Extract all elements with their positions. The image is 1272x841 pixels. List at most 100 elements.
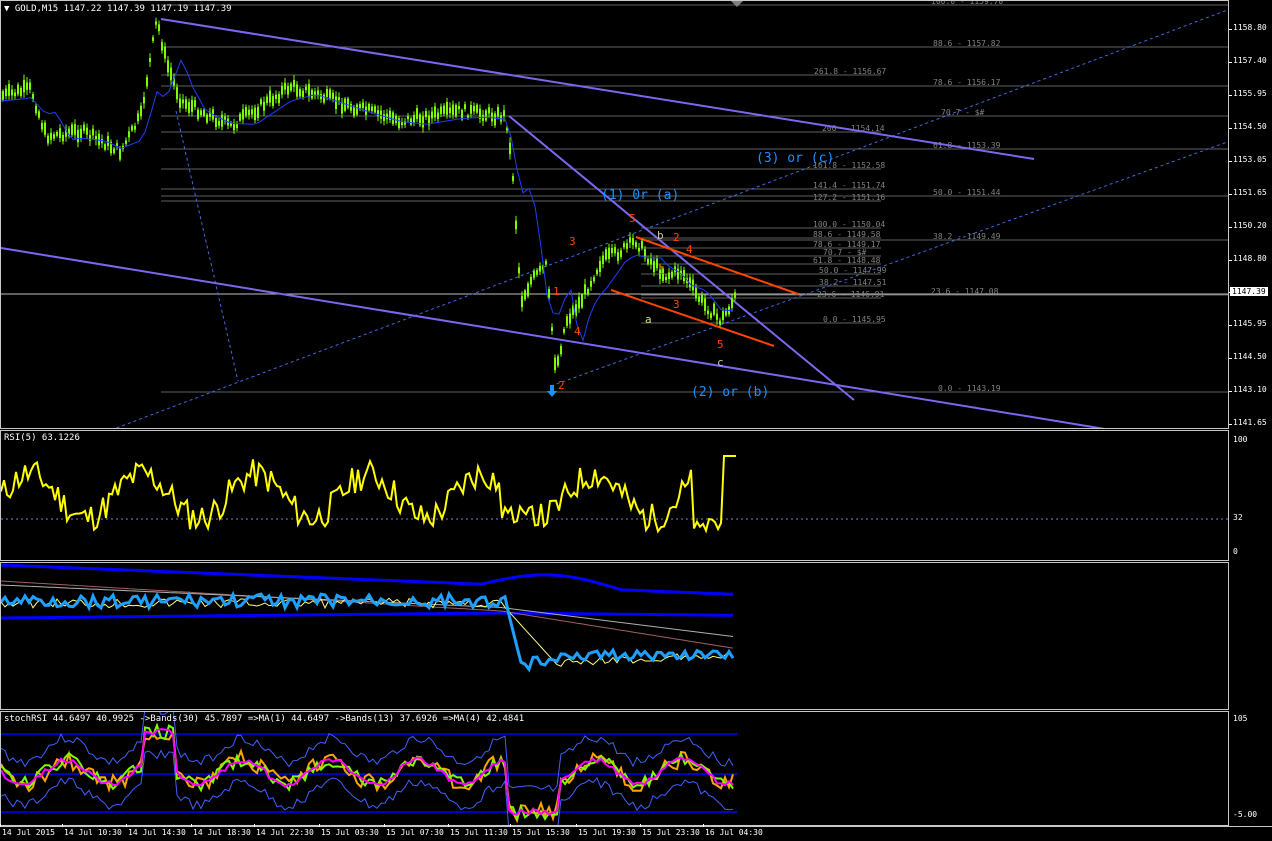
price-axis-label: 1155.95 — [1233, 89, 1267, 98]
candle-body — [473, 105, 475, 112]
candle-body — [137, 113, 139, 122]
candle-body — [581, 294, 583, 308]
candle-body — [8, 84, 10, 96]
candle-body — [323, 94, 325, 103]
candle-body — [149, 58, 151, 62]
candle-body — [284, 82, 286, 90]
candle-body — [56, 131, 58, 136]
candle-body — [5, 88, 7, 96]
candle-body — [584, 284, 586, 294]
candle-body — [536, 270, 538, 275]
candle-body — [515, 220, 517, 230]
wave-label-s3: 3 — [673, 298, 680, 311]
bands-pane[interactable] — [0, 562, 1229, 710]
candle-body — [143, 97, 145, 104]
candle-body — [635, 242, 637, 248]
fib-level-label: 141.4 - 1151.74 — [813, 181, 885, 190]
current-price-marker: 1147.39 — [1230, 287, 1268, 296]
rsi-pane[interactable]: RSI(5) 63.1226 — [0, 430, 1229, 561]
time-axis-tick — [576, 824, 577, 827]
candle-body — [425, 111, 427, 118]
candle-body — [386, 113, 388, 120]
candle-body — [476, 104, 478, 113]
price-axis-tick — [1229, 260, 1232, 261]
candle-body — [545, 260, 547, 265]
vertical-dotted — [175, 110, 239, 382]
candle-body — [179, 98, 181, 108]
candle-body — [140, 105, 142, 117]
candle-body — [71, 124, 73, 135]
rsi-line — [1, 455, 736, 534]
candle-body — [347, 98, 349, 108]
candle-body — [164, 46, 166, 59]
candle-body — [377, 110, 379, 117]
candle-body — [89, 135, 91, 141]
candle-body — [413, 115, 415, 123]
candle-body — [335, 96, 337, 110]
rsi-axis: 100 32 0 — [1229, 430, 1272, 561]
candle-body — [194, 100, 196, 107]
candle-body — [509, 142, 511, 155]
fib-level-label: 61.8 - 1148.48 — [813, 256, 881, 265]
wave-label-n4: 4 — [574, 325, 581, 338]
candle-body — [671, 271, 673, 278]
candle-body — [95, 135, 97, 140]
candle-body — [341, 102, 343, 114]
price-axis[interactable]: 1158.80 1157.40 1155.95 1154.50 1153.05 1151.… — [1229, 0, 1272, 429]
price-axis-label: 1145.95 — [1233, 319, 1267, 328]
candle-body — [296, 84, 298, 97]
candle-body — [86, 127, 88, 135]
candle-body — [602, 255, 604, 264]
candle-body — [410, 118, 412, 125]
candle-body — [587, 289, 589, 295]
candle-body — [125, 140, 127, 144]
candle-body — [353, 106, 355, 116]
stochrsi-pane[interactable]: stochRSI 44.6497 40.9925 ->Bands(30) 45.… — [0, 711, 1229, 826]
candle-body — [272, 95, 274, 106]
fib-level-label: 88.6 - 1149.58 — [813, 230, 881, 239]
price-axis-label: 1157.40 — [1233, 56, 1267, 65]
wave-label-n2: 2 — [558, 379, 565, 392]
time-axis[interactable]: 14 Jul 2015 14 Jul 10:30 14 Jul 14:30 14 Ju… — [0, 824, 1272, 841]
candle-body — [530, 276, 532, 285]
candle-body — [221, 114, 223, 127]
candle-body — [698, 296, 700, 302]
rsi-axis-label: 0 — [1233, 547, 1238, 556]
price-axis-tick — [1229, 128, 1232, 129]
price-axis-tick — [1229, 29, 1232, 30]
triangle-down-icon[interactable]: ▼ — [4, 4, 9, 14]
trendline-lower — [1, 247, 1105, 428]
candle-body — [308, 84, 310, 97]
symbol-header: ▼ GOLD,M15 1147.22 1147.39 1147.19 1147.… — [4, 4, 232, 14]
candle-body — [488, 107, 490, 114]
time-axis-tick — [0, 824, 1, 827]
price-chart-pane[interactable]: 100.0 - 1159.70 88.6 - 1157.82 261.8 - 115… — [0, 0, 1229, 429]
candle-body — [668, 272, 670, 279]
fib-level-label: 100.0 - 1159.70 — [931, 1, 1003, 6]
ma-gray — [1, 584, 734, 637]
candle-body — [281, 86, 283, 95]
candle-body — [557, 356, 559, 366]
fib-level-label: 50.0 - 1147.99 — [819, 266, 887, 275]
candle-body — [440, 106, 442, 114]
candle-body — [215, 118, 217, 128]
wave-label-s4: 4 — [686, 243, 693, 256]
candle-body — [449, 107, 451, 114]
candle-body — [326, 89, 328, 97]
price-chart-canvas[interactable]: 100.0 - 1159.70 88.6 - 1157.82 261.8 - 115… — [1, 1, 1229, 429]
price-axis-label: 1150.20 — [1233, 221, 1267, 230]
candle-body — [239, 113, 241, 121]
candle-body — [299, 88, 301, 97]
candle-body — [80, 128, 82, 139]
price-axis-label: 1148.80 — [1233, 254, 1267, 263]
rsi-axis-label: 32 — [1233, 513, 1243, 522]
candle-body — [203, 109, 205, 116]
candle-body — [665, 276, 667, 281]
candle-body — [704, 298, 706, 311]
bands-canvas — [1, 563, 735, 673]
symbol-quote: GOLD,M15 1147.22 1147.39 1147.19 1147.39 — [14, 4, 232, 14]
scroll-marker-icon — [731, 1, 743, 7]
candle-body — [695, 286, 697, 299]
time-axis-label: 15 Jul 03:30 — [321, 828, 379, 837]
time-axis-label: 15 Jul 19:30 — [578, 828, 636, 837]
